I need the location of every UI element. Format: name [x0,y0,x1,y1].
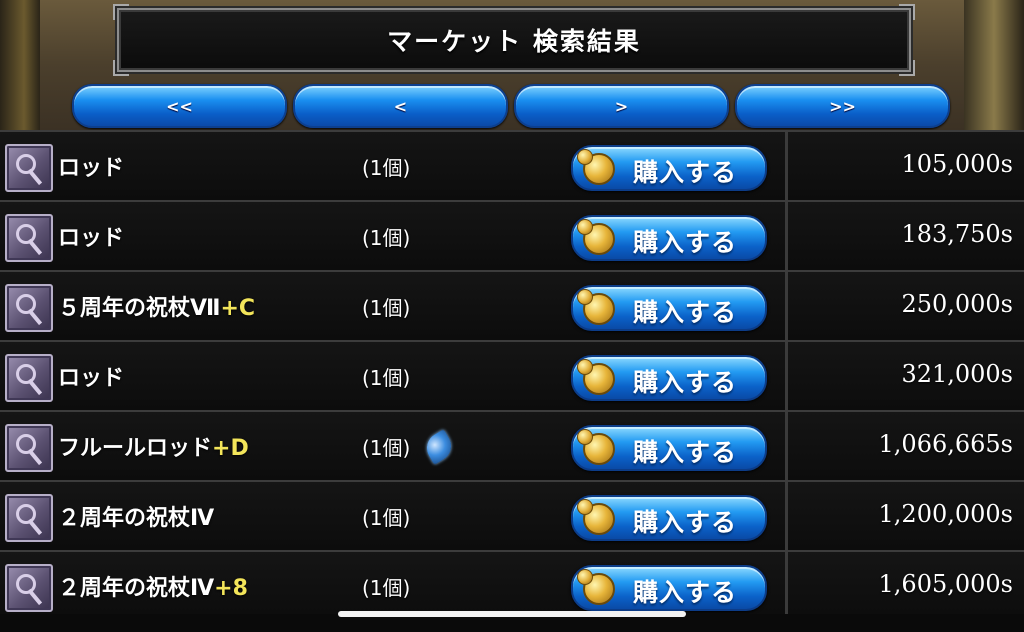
rod-icon [5,424,53,472]
buy-button[interactable]: 購入する [571,145,767,191]
buy-button-label: 購入する [633,228,738,257]
item-quantity: (1個) [362,366,411,390]
coin-icon [577,219,615,255]
rod-icon [5,354,53,402]
next-page-button[interactable]: > [514,84,729,128]
item-price: 1,200,000s [878,500,1013,528]
rod-icon [5,564,53,612]
list-item: ロッド (1個) 購入する 321,000s [0,340,1024,411]
item-price: 183,750s [901,220,1013,248]
item-name-text: ロッド [58,156,125,181]
buy-button[interactable]: 購入する [571,215,767,261]
buy-button[interactable]: 購入する [571,355,767,401]
item-price: 250,000s [901,290,1013,318]
list-item: ロッド (1個) 購入する 105,000s [0,130,1024,201]
item-name-text: ロッド [58,226,125,251]
price-cell: 321,000s [785,342,1024,410]
item-info: ５周年の祝杖Ⅶ+C (1個) 購入する [0,272,783,340]
item-quantity: (1個) [362,576,411,600]
item-quantity: (1個) [362,436,411,460]
price-cell: 183,750s [785,202,1024,270]
list-item: ５周年の祝杖Ⅶ+C (1個) 購入する 250,000s [0,270,1024,341]
pagination: << < > >> [72,84,950,128]
item-price: 1,066,665s [878,430,1013,458]
coin-icon [577,289,615,325]
buy-button[interactable]: 購入する [571,425,767,471]
item-info: ２周年の祝杖Ⅳ (1個) 購入する [0,482,783,550]
list-item: ２周年の祝杖Ⅳ (1個) 購入する 1,200,000s [0,480,1024,551]
buy-button-label: 購入する [633,578,738,607]
last-page-button[interactable]: >> [735,84,950,128]
item-name: ２周年の祝杖Ⅳ+8 [58,570,248,602]
item-info: フルールロッド+D (1個) 購入する [0,412,783,480]
price-cell: 1,200,000s [785,482,1024,550]
page-title: マーケット 検索結果 [387,27,641,56]
buy-button-label: 購入する [633,158,738,187]
item-name-text: ２周年の祝杖Ⅳ [58,576,215,601]
rod-icon [5,214,53,262]
coin-icon [577,429,615,465]
buy-button[interactable]: 購入する [571,285,767,331]
home-indicator[interactable] [338,611,686,617]
corner-ornament [899,60,915,76]
price-cell: 250,000s [785,272,1024,340]
list-item: ロッド (1個) 購入する 183,750s [0,200,1024,271]
corner-ornament [113,60,129,76]
buy-button[interactable]: 購入する [571,565,767,611]
background-pillar-right [964,0,1024,130]
item-enhancement: +8 [214,576,248,601]
item-price: 321,000s [901,360,1013,388]
item-name: フルールロッド+D [58,430,249,462]
item-price: 105,000s [901,150,1013,178]
item-name: ロッド [58,220,124,252]
coin-icon [577,569,615,605]
item-info: ロッド (1個) 購入する [0,342,783,410]
item-name-text: ２周年の祝杖Ⅳ [58,506,215,531]
coin-icon [577,499,615,535]
item-enhancement: +C [220,296,256,321]
item-name-text: ５周年の祝杖Ⅶ [58,296,221,321]
item-name-text: フルールロッド [58,436,213,461]
rod-icon [5,144,53,192]
item-info: ２周年の祝杖Ⅳ+8 (1個) 購入する [0,552,783,620]
item-quantity: (1個) [362,296,411,320]
item-info: ロッド (1個) 購入する [0,202,783,270]
title-bar: マーケット 検索結果 [113,4,915,76]
background-pillar-left [0,0,40,130]
rod-icon [5,284,53,332]
item-name: ５周年の祝杖Ⅶ+C [58,290,255,322]
price-cell: 1,066,665s [785,412,1024,480]
buy-button-label: 購入する [633,368,738,397]
item-name-text: ロッド [58,366,125,391]
coin-icon [577,359,615,395]
list-item: フルールロッド+D (1個) 購入する 1,066,665s [0,410,1024,481]
item-quantity: (1個) [362,226,411,250]
search-results-list: ロッド (1個) 購入する 105,000s ロッド (1個) 購入する 183… [0,130,1024,621]
item-name: ２周年の祝杖Ⅳ [58,500,214,532]
coin-icon [577,149,615,185]
price-cell: 1,605,000s [785,552,1024,620]
bound-item-icon [421,429,457,465]
item-quantity: (1個) [362,506,411,530]
prev-page-button[interactable]: < [293,84,508,128]
item-price: 1,605,000s [878,570,1013,598]
rod-icon [5,494,53,542]
buy-button-label: 購入する [633,438,738,467]
corner-ornament [113,4,129,20]
price-cell: 105,000s [785,132,1024,200]
item-enhancement: +D [212,436,249,461]
first-page-button[interactable]: << [72,84,287,128]
buy-button-label: 購入する [633,508,738,537]
item-name: ロッド [58,150,124,182]
corner-ornament [899,4,915,20]
buy-button[interactable]: 購入する [571,495,767,541]
item-name: ロッド [58,360,124,392]
item-info: ロッド (1個) 購入する [0,132,783,200]
buy-button-label: 購入する [633,298,738,327]
item-quantity: (1個) [362,156,411,180]
